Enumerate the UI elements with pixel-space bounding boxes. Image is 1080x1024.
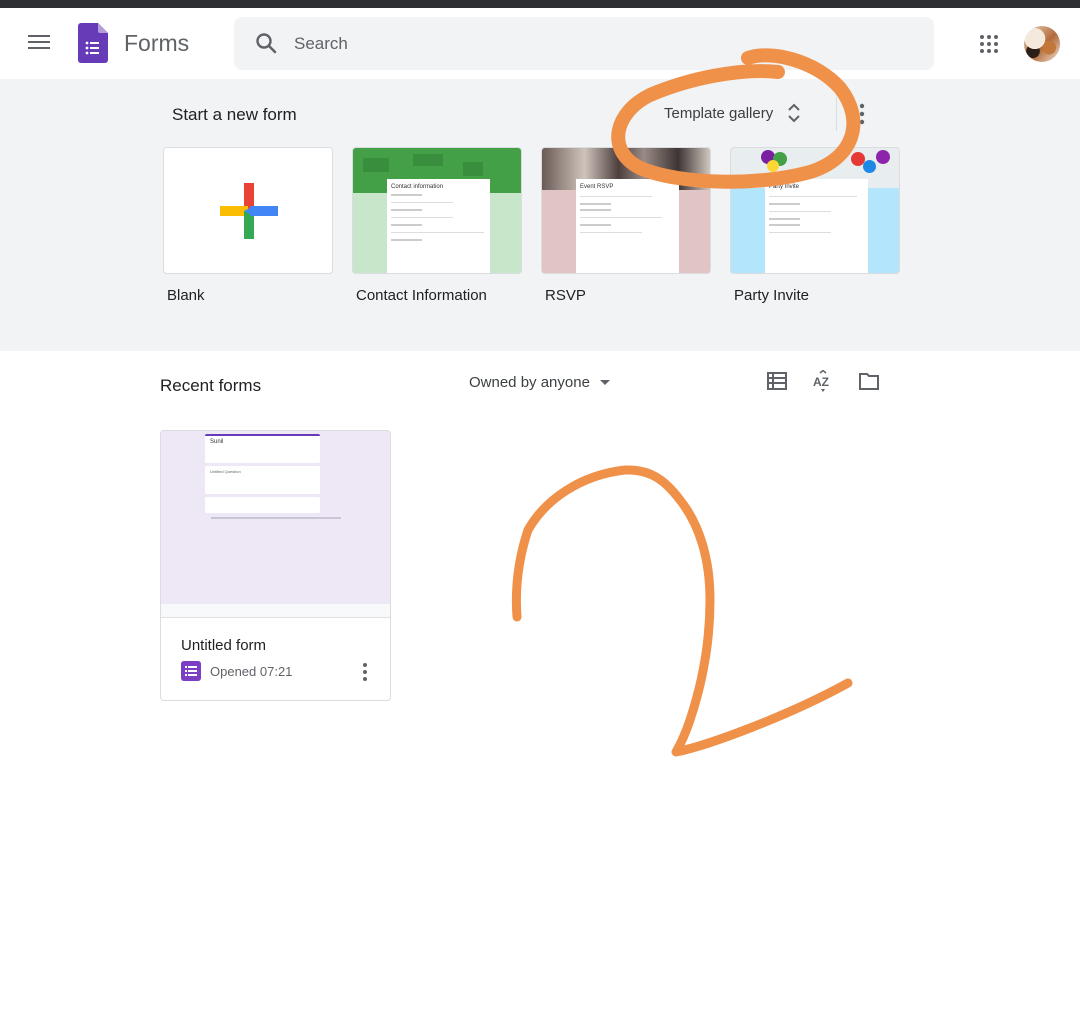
template-label: Blank [167,287,205,304]
balloon [876,150,890,164]
template-label: Party Invite [734,287,810,304]
placeholder-line [580,203,611,205]
thumbnail-decoration [363,158,389,172]
hamburger-line [28,47,50,49]
thumbnail-decoration [413,154,443,166]
owner-filter-value: Owned by anyone [469,373,590,391]
recent-forms-title: Recent forms [160,376,262,395]
sort-az-icon[interactable]: AZ [812,370,834,392]
preview-strip [161,604,390,618]
unfold-more-icon [788,103,800,123]
template-label: Contact Information [356,287,487,304]
preview-answer [205,497,320,513]
search-bar[interactable] [234,17,934,70]
thumbnail-paper: Contact information [387,179,490,273]
placeholder-line [391,194,422,196]
template-thumbnail [163,147,333,274]
preview-footer [211,517,341,519]
thumbnail-paper: Party Invite [765,179,868,273]
section-title: Start a new form [172,105,297,124]
dropdown-arrow-icon [599,379,610,385]
placeholder-line [769,203,800,205]
svg-text:AZ: AZ [813,375,829,389]
more-vert-icon[interactable] [854,101,870,127]
template-gallery-button[interactable]: Template gallery [652,93,813,133]
template-thumbnail: Contact information [352,147,522,274]
search-input[interactable] [294,17,914,70]
placeholder-line [391,232,484,233]
thumbnail-title: Contact information [391,184,444,190]
template-blank[interactable]: Blank [163,147,333,304]
hamburger-line [28,41,50,43]
view-controls: AZ [766,370,880,392]
thumbnail-title: Event RSVP [580,184,614,190]
app-name[interactable]: Forms [124,30,189,57]
google-forms-icon [181,661,201,681]
thumbnail-paper: Event RSVP [576,179,679,273]
placeholder-line [769,196,857,197]
more-vert-icon[interactable] [359,661,371,683]
top-strip [0,0,1080,8]
account-avatar[interactable] [1024,26,1060,62]
template-label: RSVP [545,287,586,304]
form-title: Untitled form [181,637,267,654]
placeholder-line [391,202,453,203]
preview-question: Untitled Question [205,466,320,494]
placeholder-line [580,224,611,226]
balloon [767,160,779,172]
placeholder-line [580,196,653,197]
recent-form-card[interactable]: Sunil Untitled Question Untitled form Op… [160,430,391,701]
placeholder-line [391,209,422,211]
plus-icon [220,183,278,239]
placeholder-line [391,239,422,241]
template-contact-information[interactable]: Contact information Contact Information [352,147,522,304]
placeholder-line [769,218,800,220]
opened-time: Opened 07:21 [210,663,293,679]
apps-grid-icon[interactable] [978,33,1000,55]
main-menu-button[interactable] [26,32,52,54]
search-icon[interactable] [254,31,278,55]
placeholder-line [580,232,642,233]
list-view-icon[interactable] [766,370,788,392]
template-gallery-label: Template gallery [664,104,774,122]
divider [836,97,837,131]
template-thumbnail: Event RSVP [541,147,711,274]
google-forms-logo-icon[interactable] [78,23,108,63]
app-header: Forms [0,8,1080,79]
annotation-number-2 [511,465,853,757]
placeholder-line [580,209,611,211]
placeholder-line [769,224,800,226]
thumbnail-decoration [463,162,483,176]
preview-header: Sunil [205,434,320,463]
preview-question-text: Untitled Question [210,469,241,474]
placeholder-line [580,217,663,218]
placeholder-line [391,217,453,218]
placeholder-line [769,232,831,233]
folder-icon[interactable] [858,370,880,392]
balloon [863,160,876,173]
placeholder-line [769,211,831,212]
template-list: Blank Contact information Contact Inform… [163,147,900,304]
form-preview: Sunil Untitled Question [161,431,390,604]
start-new-form-section: Start a new form Template gallery Blank [0,79,1080,351]
hamburger-menu-icon [28,35,50,37]
placeholder-line [391,224,422,226]
template-party-invite[interactable]: Party Invite Party Invite [730,147,900,304]
thumbnail-title: Party Invite [769,184,800,190]
owner-filter-dropdown[interactable]: Owned by anyone [469,370,610,394]
preview-heading: Sunil [210,439,224,445]
template-thumbnail: Party Invite [730,147,900,274]
form-meta: Opened 07:21 [181,661,292,681]
template-rsvp[interactable]: Event RSVP RSVP [541,147,711,304]
